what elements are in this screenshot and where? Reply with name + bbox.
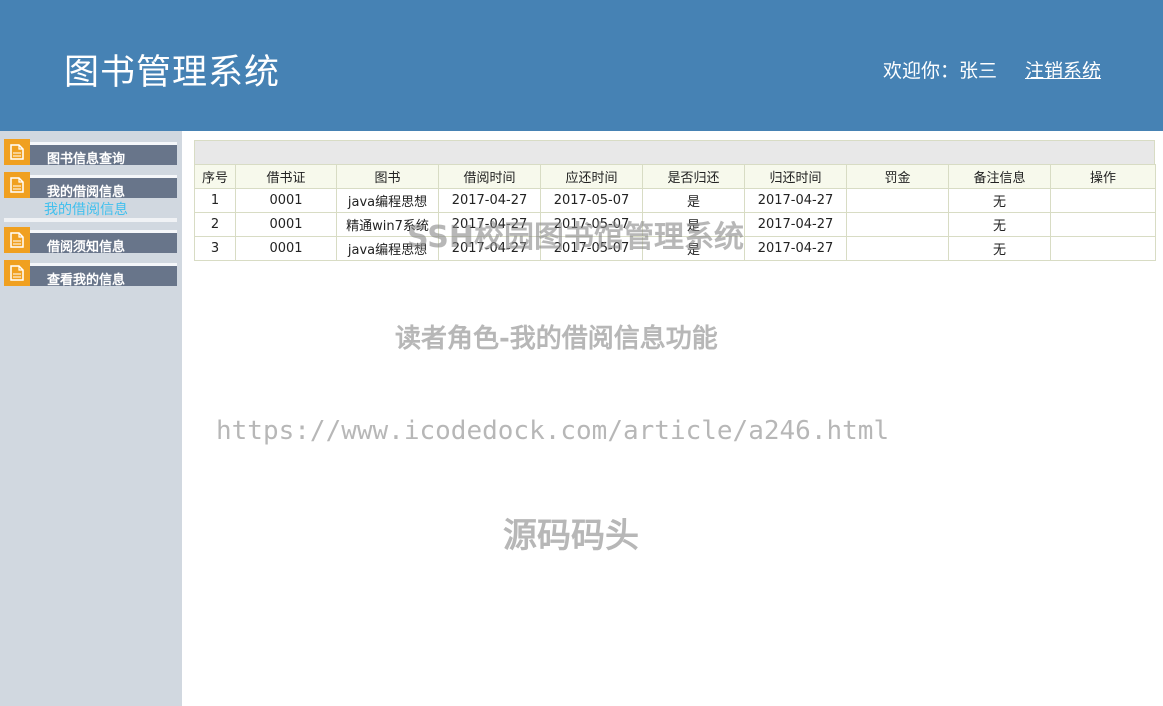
sidebar-item-book-query[interactable]: 图书信息查询 bbox=[4, 139, 177, 167]
watermark-feature: 读者角色-我的借阅信息功能 bbox=[395, 324, 718, 354]
sidebar-item-borrow-notice[interactable]: 借阅须知信息 bbox=[4, 227, 177, 255]
table-toolbar bbox=[194, 140, 1155, 164]
table-row: 1 0001 java编程思想 2017-04-27 2017-05-07 是 … bbox=[194, 188, 1156, 213]
table-header-row: 序号 借书证 图书 借阅时间 应还时间 是否归还 归还时间 罚金 备注信息 操作 bbox=[194, 164, 1156, 189]
column-header: 应还时间 bbox=[540, 164, 643, 189]
logout-link[interactable]: 注销系统 bbox=[1025, 56, 1101, 83]
table-cell: 无 bbox=[948, 188, 1051, 213]
table-cell: 2017-04-27 bbox=[744, 212, 847, 237]
sidebar-item-my-borrow[interactable]: 我的借阅信息 bbox=[4, 172, 177, 200]
table-cell: 0001 bbox=[235, 212, 337, 237]
column-header: 借书证 bbox=[235, 164, 337, 189]
table-cell: 2017-04-27 bbox=[744, 236, 847, 261]
table-cell: 无 bbox=[948, 212, 1051, 237]
document-icon bbox=[4, 227, 30, 253]
table-cell bbox=[1050, 236, 1156, 261]
table-cell: 1 bbox=[194, 188, 236, 213]
table-cell bbox=[846, 188, 949, 213]
table-cell: java编程思想 bbox=[336, 188, 439, 213]
column-header: 备注信息 bbox=[948, 164, 1051, 189]
document-icon bbox=[4, 260, 30, 286]
column-header: 罚金 bbox=[846, 164, 949, 189]
column-header: 是否归还 bbox=[642, 164, 745, 189]
column-header: 归还时间 bbox=[744, 164, 847, 189]
table-cell: 0001 bbox=[235, 188, 337, 213]
column-header: 操作 bbox=[1050, 164, 1156, 189]
sidebar-item-label: 图书信息查询 bbox=[47, 152, 126, 167]
table-cell: 无 bbox=[948, 236, 1051, 261]
header-bar: 图书管理系统 欢迎你：张三 注销系统 bbox=[0, 0, 1163, 131]
document-icon bbox=[4, 139, 30, 165]
column-header: 借阅时间 bbox=[438, 164, 541, 189]
table-cell bbox=[846, 236, 949, 261]
watermark-system-name: SSH校园图书馆管理系统 bbox=[407, 220, 744, 255]
sidebar-item-my-info[interactable]: 查看我的信息 bbox=[4, 260, 177, 288]
table-cell: 3 bbox=[194, 236, 236, 261]
table-cell: 2017-04-27 bbox=[744, 188, 847, 213]
welcome-text: 欢迎你：张三 bbox=[883, 60, 998, 82]
table-cell: 2017-04-27 bbox=[438, 188, 541, 213]
sidebar: 图书信息查询 我的借阅信息 我的借阅信息 借阅须知信息 查看我的信息 bbox=[0, 131, 182, 706]
table-cell: 是 bbox=[642, 188, 745, 213]
table-cell bbox=[1050, 188, 1156, 213]
document-icon bbox=[4, 172, 30, 198]
table-cell: 0001 bbox=[235, 236, 337, 261]
column-header: 图书 bbox=[336, 164, 439, 189]
sidebar-item-label: 查看我的信息 bbox=[47, 273, 126, 288]
table-cell: 2 bbox=[194, 212, 236, 237]
sidebar-item-label: 我的借阅信息 bbox=[47, 185, 126, 200]
table-cell: 2017-05-07 bbox=[540, 188, 643, 213]
table-cell bbox=[1050, 212, 1156, 237]
watermark-brand: 源码码头 bbox=[503, 516, 639, 556]
submenu-my-borrow-info[interactable]: 我的借阅信息 bbox=[44, 199, 128, 219]
table-cell bbox=[846, 212, 949, 237]
sidebar-item-label: 借阅须知信息 bbox=[47, 240, 126, 255]
divider bbox=[4, 218, 177, 222]
column-header: 序号 bbox=[194, 164, 236, 189]
app-title: 图书管理系统 bbox=[64, 53, 281, 93]
watermark-url: https://www.icodedock.com/article/a246.h… bbox=[216, 416, 890, 446]
